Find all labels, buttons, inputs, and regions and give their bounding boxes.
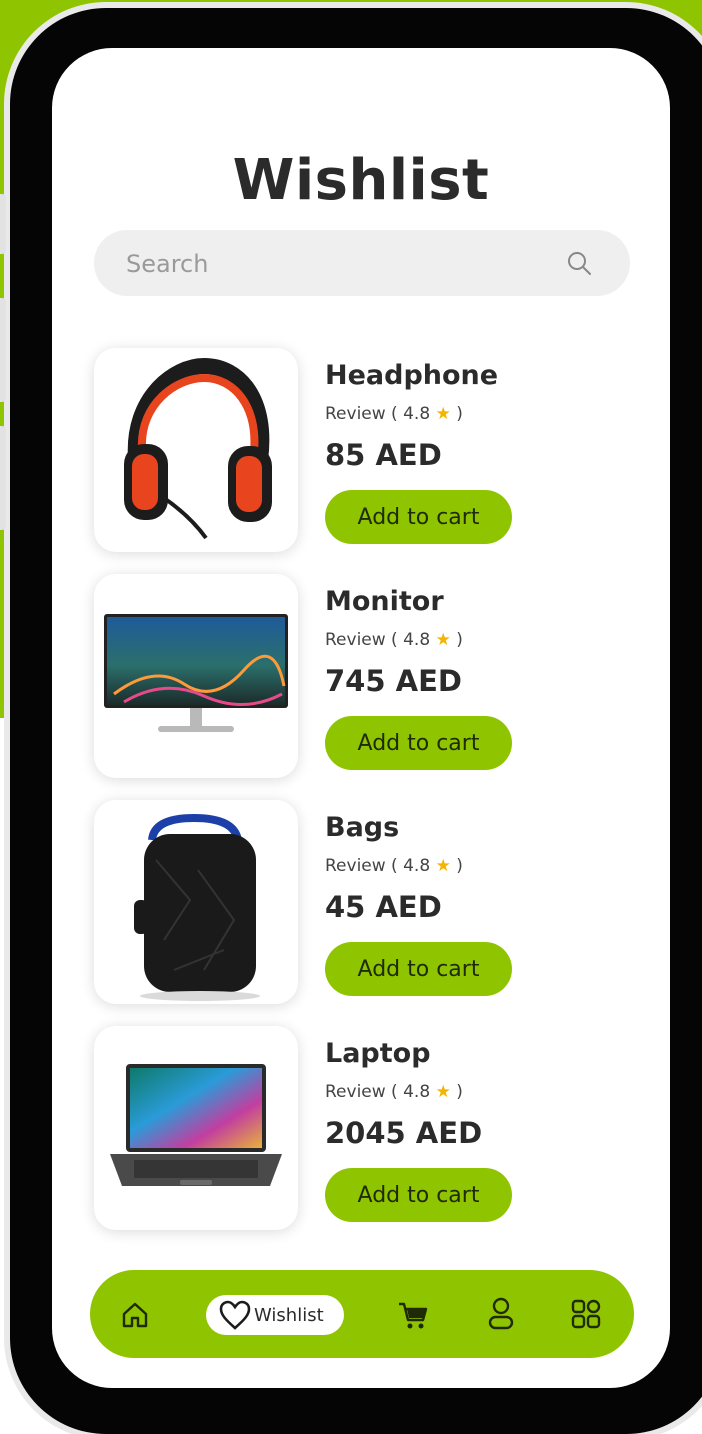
add-to-cart-button[interactable]: Add to cart: [325, 716, 512, 770]
review-close: ): [456, 1082, 463, 1102]
home-icon[interactable]: [120, 1300, 150, 1330]
nav-wishlist-button[interactable]: Wishlist: [206, 1295, 344, 1335]
laptop-image: [110, 1064, 282, 1186]
product-review: Review ( 4.8 ★ ): [325, 630, 463, 650]
phone-screen: Wishlist Headphone Review ( 4.8 ★ ): [52, 48, 670, 1388]
product-image-headphone[interactable]: [94, 348, 298, 552]
star-icon: ★: [435, 1082, 451, 1102]
star-icon: ★: [435, 856, 451, 876]
star-icon: ★: [435, 404, 451, 424]
phone-volume-up: [0, 298, 6, 402]
product-review: Review ( 4.8 ★ ): [325, 1082, 463, 1102]
add-to-cart-button[interactable]: Add to cart: [325, 490, 512, 544]
cart-icon[interactable]: [396, 1298, 430, 1332]
wishlist-item-monitor: Monitor Review ( 4.8 ★ ) 745 AED Add to …: [94, 574, 630, 780]
product-name: Laptop: [325, 1038, 431, 1069]
search-icon[interactable]: [566, 250, 592, 276]
review-close: ): [456, 404, 463, 424]
review-rating: 4.8: [403, 1082, 431, 1102]
product-price: 85 AED: [325, 438, 442, 472]
page-title: Wishlist: [232, 148, 490, 213]
search-input[interactable]: [124, 230, 548, 298]
product-price: 745 AED: [325, 664, 462, 698]
nav-wishlist-label: Wishlist: [254, 1305, 324, 1326]
review-label: Review (: [325, 404, 398, 424]
user-icon[interactable]: [486, 1296, 516, 1332]
review-label: Review (: [325, 1082, 398, 1102]
phone-volume-down: [0, 426, 6, 530]
star-icon: ★: [435, 630, 451, 650]
review-rating: 4.8: [403, 630, 431, 650]
review-rating: 4.8: [403, 404, 431, 424]
search-bar[interactable]: [94, 230, 630, 298]
wishlist-item-bags: Bags Review ( 4.8 ★ ) 45 AED Add to cart: [94, 800, 630, 1006]
add-to-cart-button[interactable]: Add to cart: [325, 942, 512, 996]
heart-icon: [219, 1300, 251, 1330]
product-image-monitor[interactable]: [94, 574, 298, 778]
review-label: Review (: [325, 856, 398, 876]
backpack-image: [134, 813, 260, 1001]
product-price: 2045 AED: [325, 1116, 483, 1150]
bottom-nav: Wishlist: [90, 1270, 634, 1358]
monitor-image: [104, 614, 288, 732]
product-name: Headphone: [325, 360, 499, 391]
headphone-image: [124, 357, 272, 540]
product-review: Review ( 4.8 ★ ): [325, 404, 463, 424]
grid-icon[interactable]: [570, 1298, 602, 1330]
product-name: Monitor: [325, 586, 444, 617]
review-rating: 4.8: [403, 856, 431, 876]
product-review: Review ( 4.8 ★ ): [325, 856, 463, 876]
product-image-bags[interactable]: [94, 800, 298, 1004]
add-to-cart-button[interactable]: Add to cart: [325, 1168, 512, 1222]
wishlist-item-headphone: Headphone Review ( 4.8 ★ ) 85 AED Add to…: [94, 348, 630, 554]
phone-side-button: [0, 194, 6, 254]
product-image-laptop[interactable]: [94, 1026, 298, 1230]
product-name: Bags: [325, 812, 400, 843]
review-label: Review (: [325, 630, 398, 650]
review-close: ): [456, 630, 463, 650]
product-price: 45 AED: [325, 890, 442, 924]
review-close: ): [456, 856, 463, 876]
wishlist-item-laptop: Laptop Review ( 4.8 ★ ) 2045 AED Add to …: [94, 1026, 630, 1232]
